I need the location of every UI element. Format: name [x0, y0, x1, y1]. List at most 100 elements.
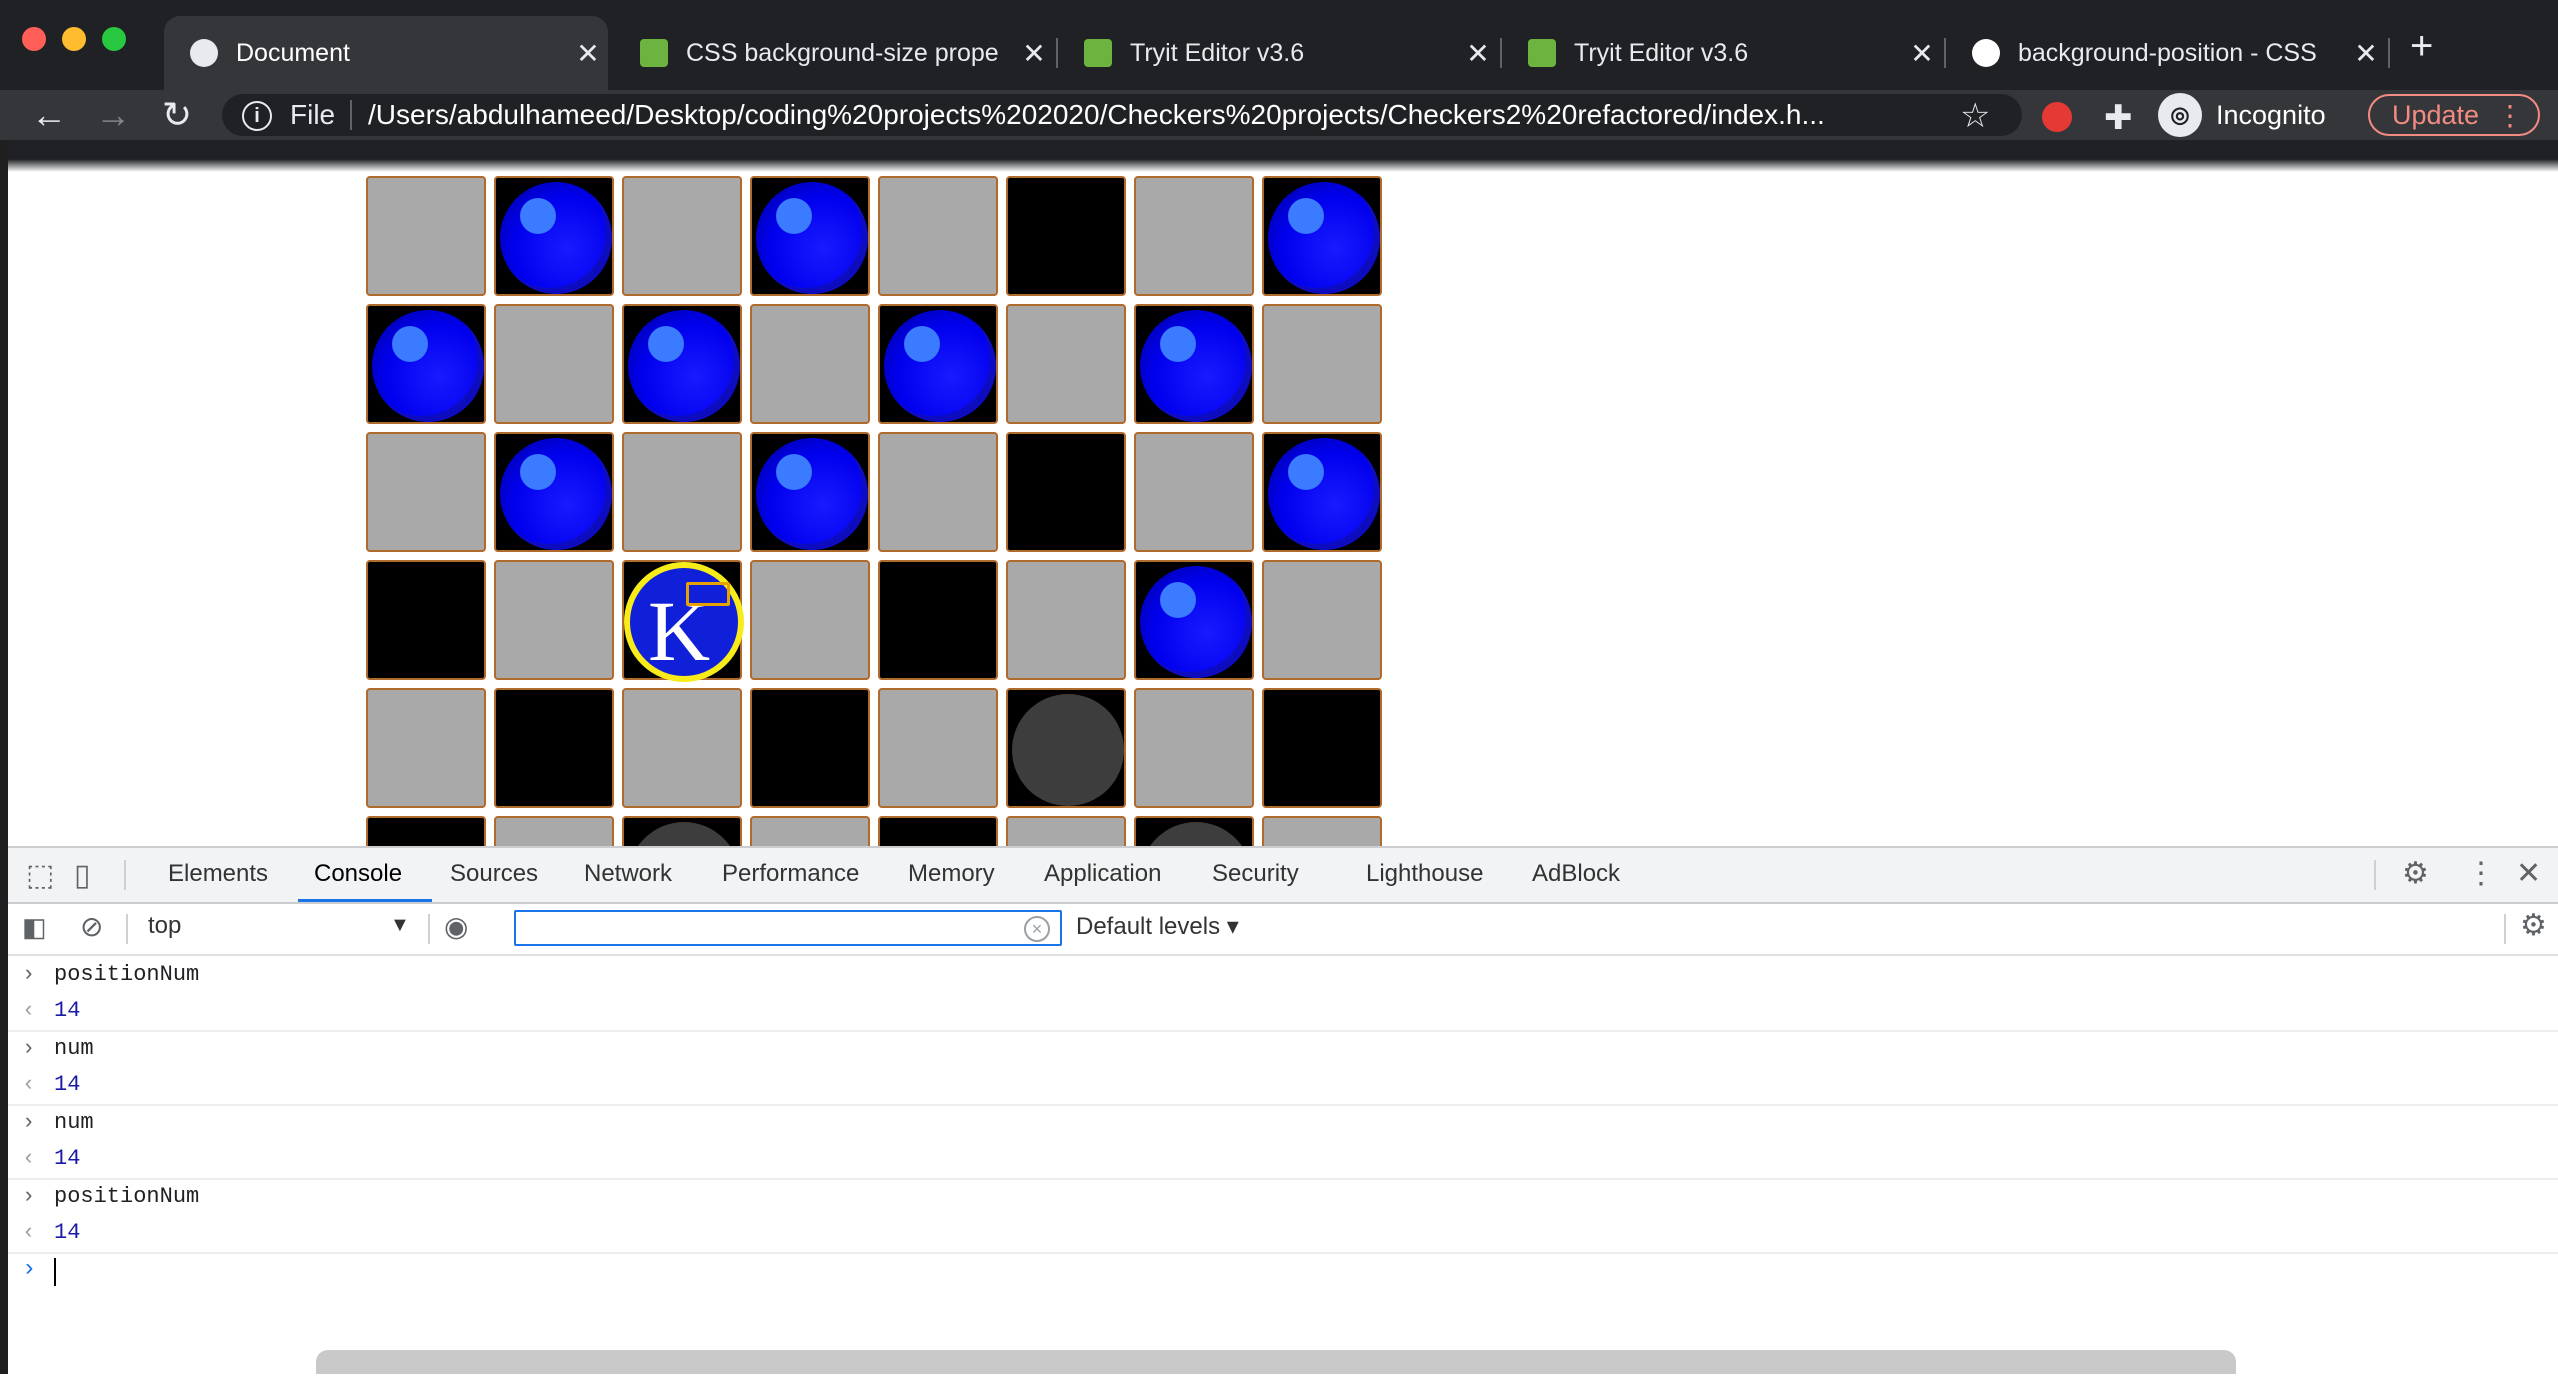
board-square-dark[interactable] — [1262, 432, 1382, 552]
close-tab-icon[interactable]: ✕ — [1014, 37, 1054, 70]
move-hint-marker[interactable] — [628, 822, 740, 846]
board-square-dark[interactable] — [366, 560, 486, 680]
board-square-dark[interactable] — [494, 432, 614, 552]
board-square-dark[interactable] — [1006, 176, 1126, 296]
board-square-dark[interactable] — [366, 304, 486, 424]
board-square-dark[interactable] — [878, 560, 998, 680]
board-square-light[interactable] — [622, 176, 742, 296]
tab-elements[interactable]: Elements — [168, 860, 268, 888]
forward-button[interactable]: → — [88, 94, 138, 136]
console-settings-gear-icon[interactable]: ⚙ — [2520, 908, 2547, 943]
board-square-dark[interactable] — [1006, 688, 1126, 808]
console-filter-input[interactable] — [514, 910, 1062, 946]
checker-piece[interactable] — [628, 310, 740, 422]
more-menu-icon[interactable]: ⋮ — [2496, 99, 2524, 132]
live-expression-eye-icon[interactable]: ◉ — [444, 910, 468, 943]
board-square-light[interactable] — [1262, 816, 1382, 846]
close-tab-icon[interactable]: ✕ — [1902, 37, 1942, 70]
adblock-extension-icon[interactable] — [2042, 102, 2072, 132]
checker-piece[interactable] — [372, 310, 484, 422]
board-square-light[interactable] — [878, 688, 998, 808]
inspect-element-icon[interactable]: ⬚ — [26, 858, 54, 893]
tab-tryit-editor-1[interactable]: Tryit Editor v3.6 ✕ — [1058, 16, 1498, 90]
board-square-dark[interactable] — [622, 304, 742, 424]
reload-button[interactable]: ↻ — [152, 94, 202, 136]
checker-piece[interactable] — [1268, 182, 1380, 294]
tab-sources[interactable]: Sources — [450, 860, 538, 888]
tab-security[interactable]: Security — [1212, 860, 1299, 888]
move-hint-marker[interactable] — [1140, 822, 1252, 846]
board-square-light[interactable] — [1006, 304, 1126, 424]
close-tab-icon[interactable]: ✕ — [568, 37, 608, 70]
update-button[interactable]: Update ⋮ — [2368, 94, 2540, 136]
console-input[interactable]: positionNum — [54, 1184, 199, 1209]
board-square-light[interactable] — [494, 560, 614, 680]
tab-lighthouse[interactable]: Lighthouse — [1366, 860, 1483, 888]
board-square-light[interactable] — [878, 432, 998, 552]
board-square-dark[interactable] — [1262, 688, 1382, 808]
console-input[interactable]: num — [54, 1036, 94, 1061]
back-button[interactable]: ← — [24, 94, 74, 136]
checker-piece[interactable] — [884, 310, 996, 422]
chevron-down-icon[interactable]: ▼ — [390, 914, 410, 937]
board-square-light[interactable] — [366, 176, 486, 296]
board-square-light[interactable] — [878, 176, 998, 296]
tab-document[interactable]: Document ✕ — [164, 16, 608, 90]
close-window-button[interactable] — [22, 27, 46, 51]
close-devtools-icon[interactable]: ✕ — [2516, 856, 2541, 891]
log-levels-dropdown[interactable]: Default levels ▾ — [1076, 912, 1239, 941]
minimize-window-button[interactable] — [62, 27, 86, 51]
checker-piece[interactable] — [500, 182, 612, 294]
devtools-menu-icon[interactable]: ⋮ — [2466, 856, 2496, 891]
board-square-dark[interactable] — [878, 816, 998, 846]
zoom-window-button[interactable] — [102, 27, 126, 51]
extensions-puzzle-icon[interactable]: ✚ — [2104, 98, 2133, 138]
settings-gear-icon[interactable]: ⚙ — [2402, 856, 2429, 891]
checker-piece[interactable] — [1140, 566, 1252, 678]
move-hint-marker[interactable] — [1012, 694, 1124, 806]
board-square-dark[interactable] — [750, 688, 870, 808]
board-square-dark[interactable] — [750, 432, 870, 552]
tab-memory[interactable]: Memory — [908, 860, 995, 888]
board-square-light[interactable] — [1262, 304, 1382, 424]
board-square-light[interactable] — [622, 688, 742, 808]
device-toolbar-icon[interactable]: ▯ — [74, 858, 91, 893]
tab-tryit-editor-2[interactable]: Tryit Editor v3.6 ✕ — [1502, 16, 1942, 90]
close-tab-icon[interactable]: ✕ — [1458, 37, 1498, 70]
board-square-dark[interactable] — [1134, 816, 1254, 846]
context-selector[interactable]: top — [148, 912, 181, 940]
board-square-light[interactable] — [622, 432, 742, 552]
show-sidebar-icon[interactable]: ◧ — [22, 912, 47, 943]
new-tab-button[interactable]: + — [2410, 24, 2433, 69]
board-square-dark[interactable] — [878, 304, 998, 424]
console-prompt-input[interactable] — [54, 1258, 56, 1286]
board-square-light[interactable] — [1006, 816, 1126, 846]
board-square-light[interactable] — [366, 432, 486, 552]
tab-performance[interactable]: Performance — [722, 860, 859, 888]
close-tab-icon[interactable]: ✕ — [2346, 37, 2386, 70]
clear-filter-icon[interactable]: × — [1024, 916, 1050, 942]
tab-css-background-size[interactable]: CSS background-size prope ✕ — [614, 16, 1054, 90]
board-square-dark[interactable] — [1134, 560, 1254, 680]
board-square-light[interactable] — [750, 560, 870, 680]
board-square-light[interactable] — [494, 816, 614, 846]
checker-piece[interactable] — [500, 438, 612, 550]
clear-console-icon[interactable]: ⊘ — [80, 910, 103, 943]
board-square-light[interactable] — [1134, 432, 1254, 552]
board-square-dark[interactable] — [494, 176, 614, 296]
board-square-light[interactable] — [1262, 560, 1382, 680]
tab-network[interactable]: Network — [584, 860, 672, 888]
board-square-dark[interactable]: K — [622, 560, 744, 682]
board-square-dark[interactable] — [622, 816, 742, 846]
board-square-light[interactable] — [494, 304, 614, 424]
checker-piece[interactable] — [756, 182, 868, 294]
board-square-dark[interactable] — [494, 688, 614, 808]
king-piece[interactable]: K — [624, 562, 744, 682]
checker-piece[interactable] — [1268, 438, 1380, 550]
board-square-dark[interactable] — [1262, 176, 1382, 296]
board-square-light[interactable] — [366, 688, 486, 808]
board-square-light[interactable] — [750, 304, 870, 424]
console-input[interactable]: positionNum — [54, 962, 199, 987]
board-square-dark[interactable] — [750, 176, 870, 296]
console-input[interactable]: num — [54, 1110, 94, 1135]
